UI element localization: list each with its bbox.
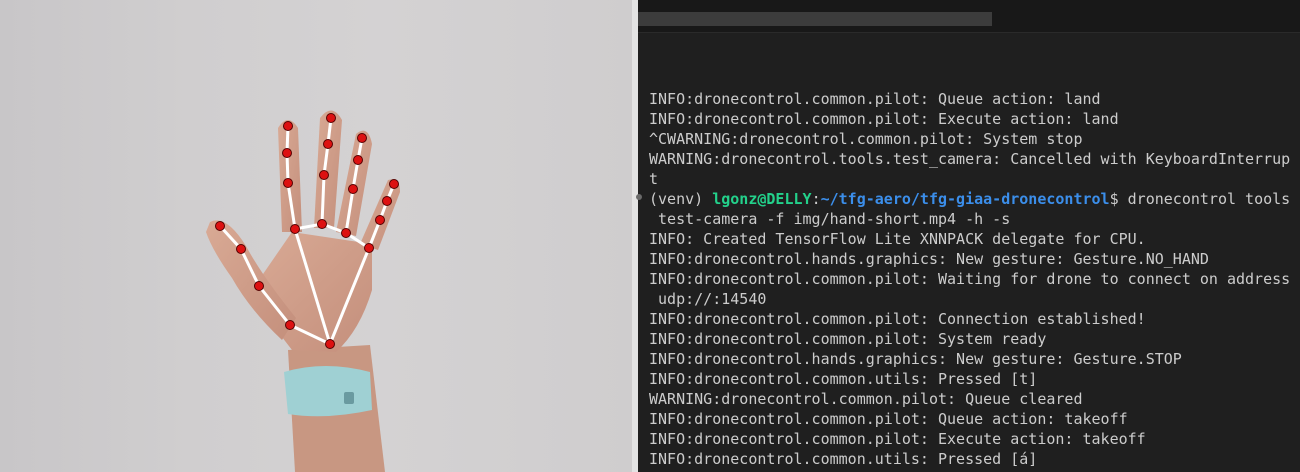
prompt-dollar: $ xyxy=(1109,190,1128,208)
terminal-output[interactable]: INFO:dronecontrol.common.pilot: Queue ac… xyxy=(649,89,1297,469)
terminal-line: test-camera -f img/hand-short.mp4 -h -s xyxy=(649,210,1011,228)
prompt-venv: (venv) xyxy=(649,190,713,208)
terminal-tab[interactable] xyxy=(638,12,992,26)
index-finger-skin xyxy=(278,120,302,232)
terminal-line: INFO:dronecontrol.common.pilot: Connecti… xyxy=(649,310,1146,328)
terminal-line: INFO:dronecontrol.common.utils: Pressed … xyxy=(649,370,1038,388)
terminal-line: INFO:dronecontrol.common.pilot: Execute … xyxy=(649,430,1146,448)
terminal-line: INFO:dronecontrol.common.pilot: System r… xyxy=(649,330,1047,348)
terminal-title-bar xyxy=(638,0,1300,33)
terminal-line: WARNING:dronecontrol.tools.test_camera: … xyxy=(649,150,1291,168)
terminal-line: WARNING:dronecontrol.common.pilot: Queue… xyxy=(649,390,1083,408)
middle-finger-skin xyxy=(314,110,342,228)
prompt-command: dronecontrol tools xyxy=(1127,190,1291,208)
camera-preview xyxy=(0,0,632,472)
terminal-line: INFO:dronecontrol.hands.graphics: New ge… xyxy=(649,350,1182,368)
terminal-line: INFO: Created TensorFlow Lite XNNPACK de… xyxy=(649,230,1146,248)
terminal-line: ^CWARNING:dronecontrol.common.pilot: Sys… xyxy=(649,130,1083,148)
terminal-line: INFO:dronecontrol.common.pilot: Execute … xyxy=(649,110,1119,128)
terminal-line: INFO:dronecontrol.common.pilot: Queue ac… xyxy=(649,90,1101,108)
prompt-path: ~/tfg-aero/tfg-giaa-dronecontrol xyxy=(820,190,1110,208)
command-decoration-icon[interactable] xyxy=(636,194,642,200)
pinky-finger-skin xyxy=(360,179,400,250)
prompt-separator: : xyxy=(811,190,821,208)
terminal-line: INFO:dronecontrol.common.pilot: Waiting … xyxy=(649,270,1291,288)
camera-frame xyxy=(206,110,400,472)
terminal-line: t xyxy=(649,170,659,188)
terminal-line: INFO:dronecontrol.common.pilot: Queue ac… xyxy=(649,410,1128,428)
prompt-user-host: lgonz@DELLY xyxy=(712,190,812,208)
watch-band xyxy=(284,366,372,417)
terminal-prompt-line: (venv) lgonz@DELLY:~/tfg-aero/tfg-giaa-d… xyxy=(649,189,1297,209)
watch-clasp xyxy=(344,392,354,404)
terminal-line: INFO:dronecontrol.common.utils: Pressed … xyxy=(649,450,1038,468)
terminal-line: udp://:14540 xyxy=(649,290,767,308)
terminal-pane[interactable]: INFO:dronecontrol.common.pilot: Queue ac… xyxy=(638,0,1300,472)
terminal-line: INFO:dronecontrol.hands.graphics: New ge… xyxy=(649,250,1209,268)
